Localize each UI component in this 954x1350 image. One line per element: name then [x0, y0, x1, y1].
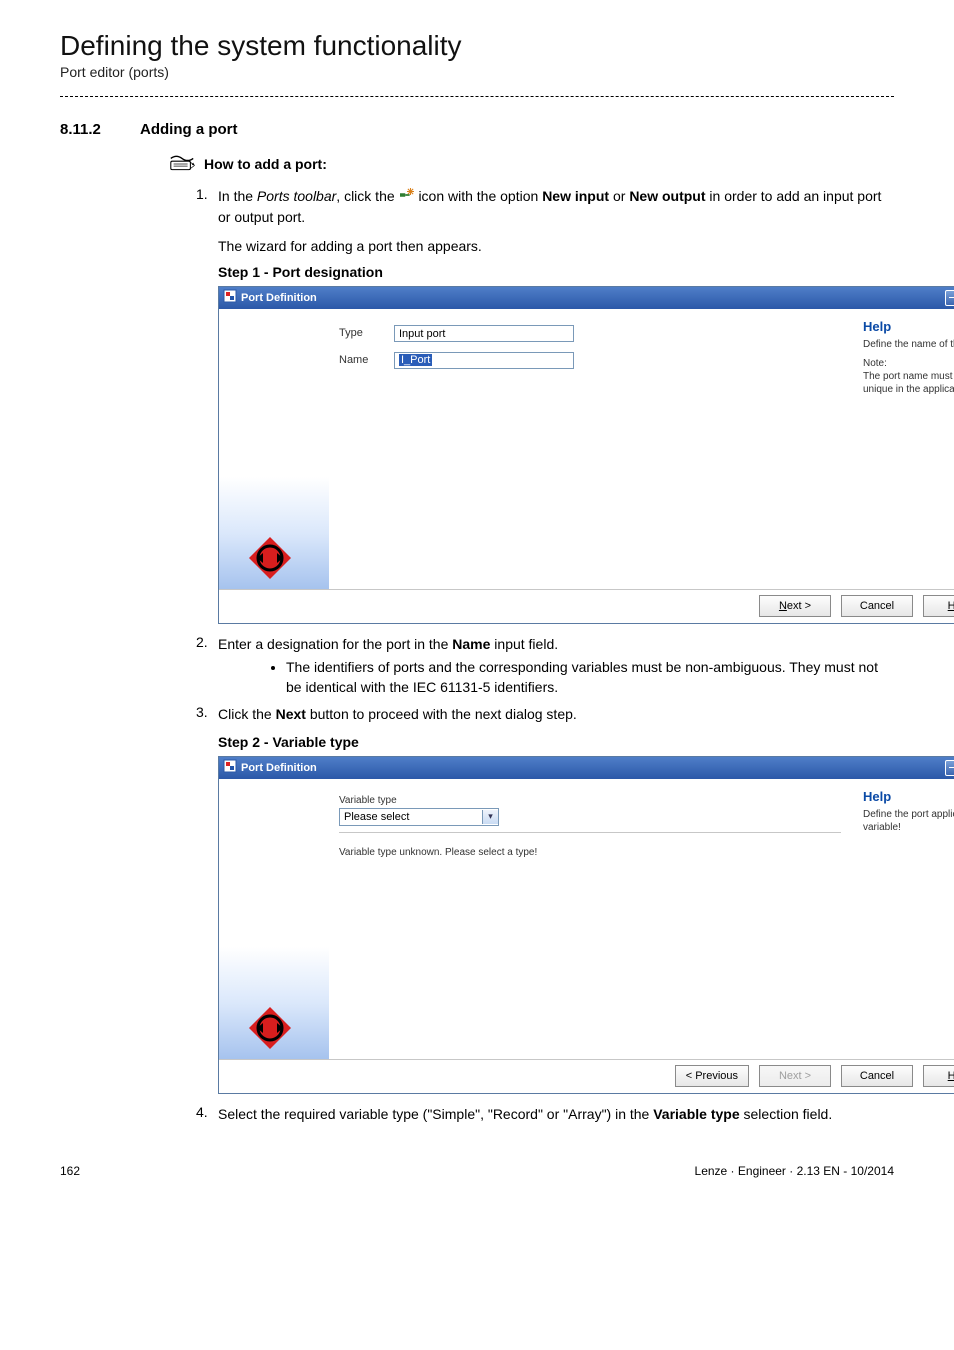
page-divider — [60, 96, 894, 97]
name-input[interactable]: I_Port — [394, 352, 574, 369]
dialog-title: Port Definition — [237, 292, 945, 304]
step-3: 3. Click the Next button to proceed with… — [196, 704, 894, 724]
step-4: 4. Select the required variable type ("S… — [196, 1104, 894, 1124]
variable-type-note: Variable type unknown. Please select a t… — [339, 847, 841, 858]
lenze-logo-icon — [247, 535, 293, 581]
dialog-footer: < Previous Next > Cancel Help — [219, 1059, 954, 1093]
app-icon — [223, 289, 237, 306]
minimize-button[interactable]: — — [945, 760, 954, 776]
footer-right: Lenze · Engineer · 2.13 EN - 10/2014 — [695, 1164, 894, 1178]
steps-icon — [168, 154, 196, 174]
t: Click the — [218, 706, 276, 722]
dialog-sidebar — [219, 309, 329, 589]
t: Select the required variable type ("Simp… — [218, 1106, 653, 1122]
help-text: Define the name of the port! — [863, 338, 954, 351]
help-text: Define the port application variable! — [863, 808, 954, 834]
help-heading: Help — [863, 789, 954, 804]
name-input-value: I_Port — [399, 354, 432, 366]
t: Next — [276, 706, 306, 722]
lenze-logo-icon — [247, 1005, 293, 1051]
help-button[interactable]: Help — [923, 1065, 954, 1087]
section-title: Adding a port — [140, 121, 238, 138]
t: Name — [452, 636, 490, 652]
t: selection field. — [740, 1106, 833, 1122]
t: New input — [542, 188, 609, 204]
type-field: Input port — [394, 325, 574, 342]
step-1: 1. In the Ports toolbar, click the icon … — [196, 186, 894, 228]
group-divider — [339, 832, 841, 833]
variable-type-group-label: Variable type — [339, 795, 841, 806]
step-number: 1. — [196, 186, 208, 202]
t: Enter a designation for the port in the — [218, 636, 452, 652]
step-sub-title: Step 2 - Variable type — [218, 734, 894, 750]
t: icon with the option — [418, 188, 542, 204]
dialog-main: Type Input port Name I_Port — [329, 309, 857, 589]
step-number: 4. — [196, 1104, 208, 1120]
cancel-button[interactable]: Cancel — [841, 595, 913, 617]
cancel-button[interactable]: Cancel — [841, 1065, 913, 1087]
dialog-port-definition-step1: Port Definition — ▭ ✕ Type — [218, 286, 954, 624]
howto-label: How to add a port: — [204, 156, 327, 172]
help-button[interactable]: Help — [923, 595, 954, 617]
t: Variable type — [653, 1106, 739, 1122]
step-2-bullet: The identifiers of ports and the corresp… — [286, 657, 894, 698]
section-number: 8.11.2 — [60, 121, 140, 138]
step-number: 3. — [196, 704, 208, 720]
app-icon — [223, 759, 237, 776]
variable-type-select[interactable]: Please select ▾ — [339, 808, 499, 826]
next-button[interactable]: Next > — [759, 595, 831, 617]
variable-type-value: Please select — [344, 811, 409, 823]
t: In the — [218, 188, 257, 204]
chevron-down-icon: ▾ — [482, 810, 498, 824]
page-number: 162 — [60, 1164, 80, 1178]
dialog-port-definition-step2: Port Definition — ▭ ✕ Variable ty — [218, 756, 954, 1094]
dialog-main: Variable type Please select ▾ Variable t… — [329, 779, 857, 1059]
dialog-titlebar[interactable]: Port Definition — ▭ ✕ — [219, 287, 954, 309]
page-subtitle: Port editor (ports) — [60, 64, 894, 80]
t: or — [609, 188, 629, 204]
add-port-icon — [399, 187, 415, 207]
help-heading: Help — [863, 319, 954, 334]
dialog-help-panel: Help Define the port application variabl… — [857, 779, 954, 1059]
t: Ports toolbar — [257, 188, 336, 204]
t: input field. — [490, 636, 558, 652]
dialog-footer: Next > Cancel Help — [219, 589, 954, 623]
step-number: 2. — [196, 634, 208, 650]
type-label: Type — [339, 327, 394, 339]
previous-button[interactable]: < Previous — [675, 1065, 749, 1087]
dialog-title: Port Definition — [237, 762, 945, 774]
t: button to proceed with the next dialog s… — [306, 706, 577, 722]
dialog-sidebar — [219, 779, 329, 1059]
minimize-button[interactable]: — — [945, 290, 954, 306]
t: New output — [629, 188, 705, 204]
step-para: The wizard for adding a port then appear… — [218, 238, 894, 254]
dialog-help-panel: Help Define the name of the port! Note: … — [857, 309, 954, 589]
page-title: Defining the system functionality — [60, 30, 894, 62]
help-note: Note: The port name must be unique in th… — [863, 357, 954, 396]
step-2: 2. Enter a designation for the port in t… — [196, 634, 894, 698]
step-sub-title: Step 1 - Port designation — [218, 264, 894, 280]
t: , click the — [336, 188, 398, 204]
next-button: Next > — [759, 1065, 831, 1087]
name-label: Name — [339, 354, 394, 366]
dialog-titlebar[interactable]: Port Definition — ▭ ✕ — [219, 757, 954, 779]
